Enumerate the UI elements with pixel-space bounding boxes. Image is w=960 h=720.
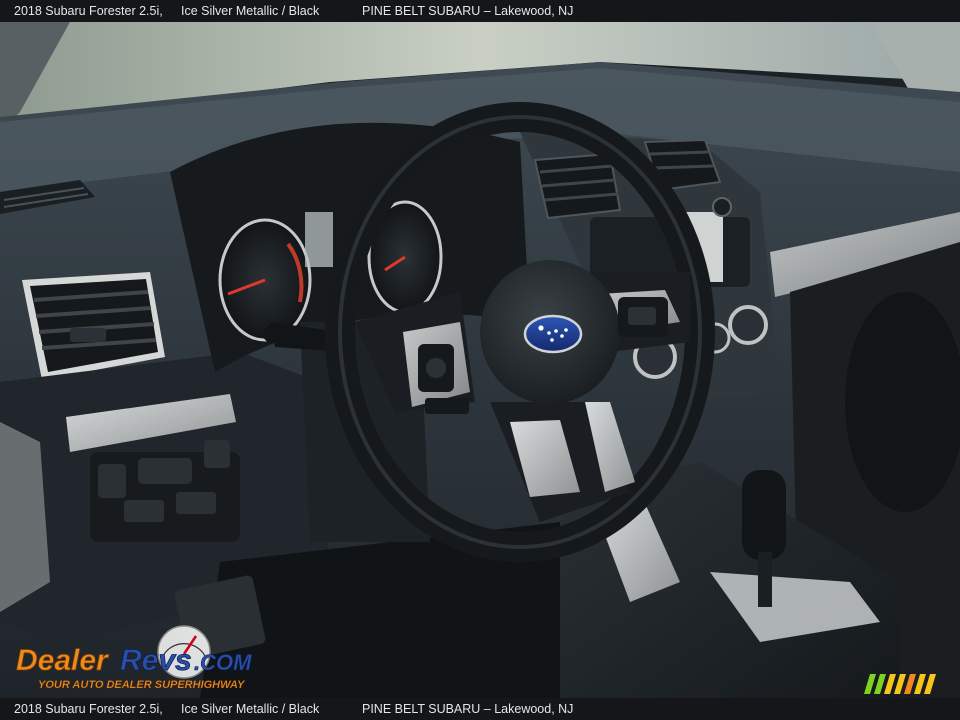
caption-bar-top: 2018 Subaru Forester 2.5i, Ice Silver Me… [0, 0, 960, 22]
stripes-logo [858, 674, 938, 694]
caption-color: Ice Silver Metallic / Black [181, 4, 320, 18]
dealerrevs-watermark: Dealer Revs .COM YOUR AUTO DEALER SUPERH… [12, 624, 262, 694]
caption-dealer-bottom: PINE BELT SUBARU – Lakewood, NJ [362, 702, 574, 716]
caption-dealer: PINE BELT SUBARU – Lakewood, NJ [362, 4, 574, 18]
caption-model: 2018 Subaru Forester 2.5i, [14, 4, 163, 18]
left-switch-panel [90, 440, 240, 542]
subaru-logo [523, 314, 583, 354]
svg-text:Dealer: Dealer [16, 644, 110, 677]
svg-text:Revs: Revs [120, 644, 192, 677]
car-interior-photo [0, 22, 960, 698]
caption-model-bottom: 2018 Subaru Forester 2.5i, [14, 702, 163, 716]
tachometer [218, 218, 312, 342]
caption-color-bottom: Ice Silver Metallic / Black [181, 702, 320, 716]
svg-text:.COM: .COM [194, 650, 252, 675]
svg-text:YOUR AUTO DEALER SUPERHIGHWAY: YOUR AUTO DEALER SUPERHIGHWAY [38, 679, 246, 691]
caption-bar-bottom: 2018 Subaru Forester 2.5i, Ice Silver Me… [0, 698, 960, 720]
